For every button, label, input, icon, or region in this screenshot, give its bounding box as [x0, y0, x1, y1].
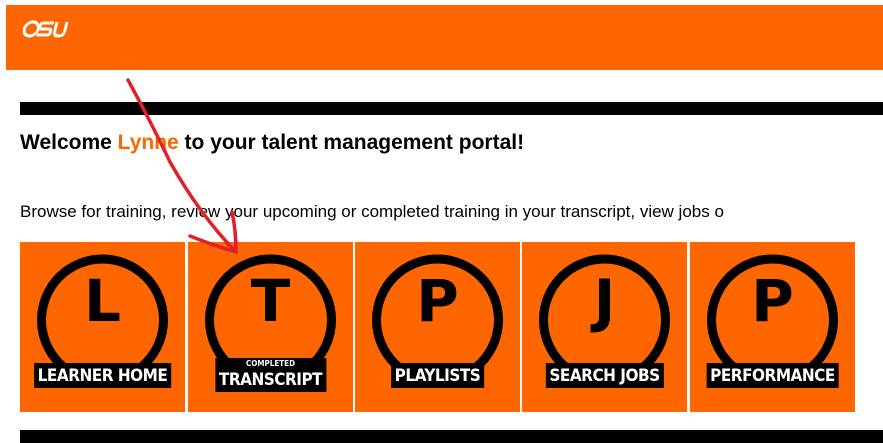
- tile-letter: T: [250, 267, 291, 335]
- tile-letter: P: [751, 267, 794, 335]
- tile-search-jobs[interactable]: J SEARCH JOBS: [522, 242, 687, 412]
- tile-label: TRANSCRIPT: [218, 370, 323, 390]
- tile-label-box: COMPLETED TRANSCRIPT: [214, 358, 327, 392]
- tile-transcript[interactable]: T COMPLETED TRANSCRIPT: [188, 242, 353, 412]
- user-name: Lynne: [117, 131, 179, 154]
- tile-label: LEARNER HOME: [33, 363, 172, 388]
- top-divider: [20, 102, 883, 115]
- tile-label: SEARCH JOBS: [545, 363, 664, 388]
- tile-letter: P: [416, 267, 459, 335]
- welcome-prefix: Welcome: [20, 131, 118, 154]
- intro-text: Browse for training, review your upcomin…: [20, 202, 724, 221]
- tile-learner-home[interactable]: L LEARNER HOME: [20, 242, 185, 412]
- tile-letter: L: [84, 267, 121, 335]
- bottom-divider: [20, 430, 883, 443]
- welcome-suffix: to your talent management portal!: [178, 131, 525, 154]
- tile-label: PERFORMANCE: [706, 363, 839, 388]
- portal-header: [6, 5, 883, 70]
- tile-sublabel: COMPLETED: [245, 359, 296, 368]
- osu-logo-icon[interactable]: [23, 18, 71, 40]
- tile-playlists[interactable]: P PLAYLISTS: [355, 242, 520, 412]
- tile-label: PLAYLISTS: [390, 363, 485, 388]
- tile-performance[interactable]: P PERFORMANCE: [690, 242, 855, 412]
- welcome-heading: Welcome Lynne to your talent management …: [20, 131, 524, 155]
- tile-letter: J: [593, 267, 616, 335]
